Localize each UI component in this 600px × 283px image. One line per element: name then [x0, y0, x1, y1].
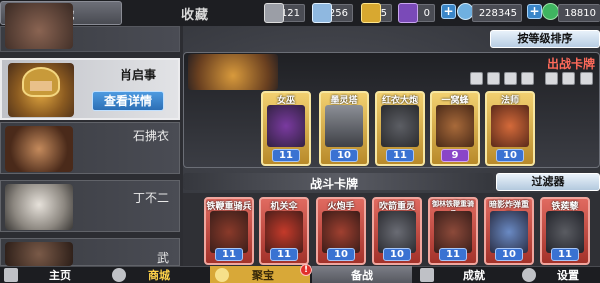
hero-banner-portrait: [188, 54, 278, 90]
filter-icon[interactable]: [470, 72, 483, 85]
add-gold-button[interactable]: +: [441, 4, 456, 19]
gunner-icon: [322, 211, 360, 253]
hero-portrait: [8, 63, 74, 117]
green-coin-icon: [542, 3, 559, 20]
hero-portrait: [5, 184, 73, 230]
filter-icon[interactable]: [545, 72, 558, 85]
resource-key: 5: [361, 3, 392, 23]
add-green-coin-button[interactable]: +: [527, 4, 542, 19]
hero-item[interactable]: [0, 3, 180, 52]
nav-prepare[interactable]: 备战: [312, 267, 412, 283]
card-level: 11: [439, 248, 467, 261]
card-level: 11: [272, 149, 300, 162]
nav-settings[interactable]: 设置: [536, 267, 600, 283]
hero-item[interactable]: 武: [0, 238, 180, 266]
combat-card[interactable]: 铁蒺藜 11: [540, 197, 590, 265]
shop-icon: [112, 268, 126, 282]
combat-card[interactable]: 铁鞭重骑兵 11: [204, 197, 254, 265]
nav-shop[interactable]: 商城: [126, 267, 192, 283]
card-level: 10: [495, 248, 523, 261]
treasure-icon: [215, 268, 229, 282]
home-icon: [4, 268, 18, 282]
filter-button[interactable]: 过滤器: [496, 173, 600, 191]
card-level: 9: [441, 149, 469, 162]
card-level: 10: [327, 248, 355, 261]
battle-card[interactable]: 法师 10: [485, 91, 535, 166]
caltrop-icon: [546, 211, 584, 253]
tower-icon: [325, 105, 363, 147]
combat-cards-title: 战斗卡牌: [310, 177, 359, 191]
card-level: 10: [496, 149, 524, 162]
combat-card[interactable]: 吹箭重灵 10: [372, 197, 422, 265]
umbrella-icon: [265, 211, 303, 253]
resource-gold-value: 228345: [478, 7, 517, 19]
hero-portrait: [5, 3, 73, 49]
card-level: 10: [383, 248, 411, 261]
resource-purple-card: 0: [398, 3, 435, 23]
resource-green: 18810: [558, 4, 600, 22]
battle-card[interactable]: 一窝蜂 9: [430, 91, 480, 166]
notification-badge: !: [300, 264, 312, 276]
resource-energy: 121: [264, 3, 305, 23]
achievement-icon: [420, 268, 434, 282]
nav-achievement[interactable]: 成就: [434, 267, 514, 283]
card-level: 11: [551, 248, 579, 261]
resource-key-value: 5: [380, 7, 387, 19]
purple-card-icon: [398, 3, 418, 23]
battle-card[interactable]: 墨灵塔 10: [319, 91, 369, 166]
energy-bottle-icon: [264, 3, 284, 23]
mage-icon: [491, 105, 529, 147]
card-level: 11: [270, 248, 298, 261]
card-level: 10: [330, 149, 358, 162]
hero-item[interactable]: 石拂衣: [0, 122, 180, 174]
combat-card[interactable]: 暗影炸弹重灵 10: [484, 197, 534, 265]
filter-icon[interactable]: [504, 72, 517, 85]
hero-name: 石拂衣: [132, 129, 169, 143]
hero-item-selected[interactable]: 肖启事 查看详情: [0, 58, 180, 120]
battle-cards-title: 出战卡牌: [547, 57, 596, 71]
filter-icon[interactable]: [562, 72, 575, 85]
hero-name: 武: [156, 251, 169, 265]
combat-card[interactable]: 机关伞 11: [259, 197, 309, 265]
filter-icon[interactable]: [521, 72, 534, 85]
hero-name: 丁不二: [132, 191, 169, 205]
nav-treasure[interactable]: 聚宝: [228, 267, 298, 283]
cavalry-icon: [210, 211, 248, 253]
tab-collection[interactable]: 收藏: [134, 1, 256, 25]
hero-name: 肖启事: [119, 68, 156, 82]
hero-portrait: [5, 126, 73, 172]
sort-by-level-button[interactable]: 按等级排序: [490, 30, 600, 48]
resource-green-value: 18810: [564, 7, 596, 19]
battle-card[interactable]: 红衣大炮 11: [375, 91, 425, 166]
cannon-icon: [381, 105, 419, 147]
resource-gold: 228345: [472, 4, 522, 22]
gem-icon: [312, 3, 332, 23]
key-icon: [361, 3, 381, 23]
resource-gem: 256: [312, 3, 353, 23]
hero-item[interactable]: 丁不二: [0, 180, 180, 232]
combat-card[interactable]: 火炮手 10: [316, 197, 366, 265]
face-icon: [30, 81, 52, 91]
filter-icon[interactable]: [580, 72, 593, 85]
view-details-button[interactable]: 查看详情: [92, 91, 164, 111]
nav-home[interactable]: 主页: [20, 267, 100, 283]
blowgun-icon: [378, 211, 416, 253]
combat-card[interactable]: 御林铁鞭重骑兵 11: [428, 197, 478, 265]
resource-purple-card-value: 0: [423, 7, 430, 19]
royal-cavalry-icon: [434, 211, 472, 253]
card-level: 11: [215, 248, 243, 261]
witch-icon: [267, 105, 305, 147]
beehive-icon: [436, 105, 474, 147]
hero-portrait: [5, 242, 73, 266]
battle-card[interactable]: 女巫 11: [261, 91, 311, 166]
filter-icon[interactable]: [487, 72, 500, 85]
card-level: 11: [386, 149, 414, 162]
gear-icon: [522, 268, 536, 282]
bomb-spirit-icon: [490, 211, 528, 253]
